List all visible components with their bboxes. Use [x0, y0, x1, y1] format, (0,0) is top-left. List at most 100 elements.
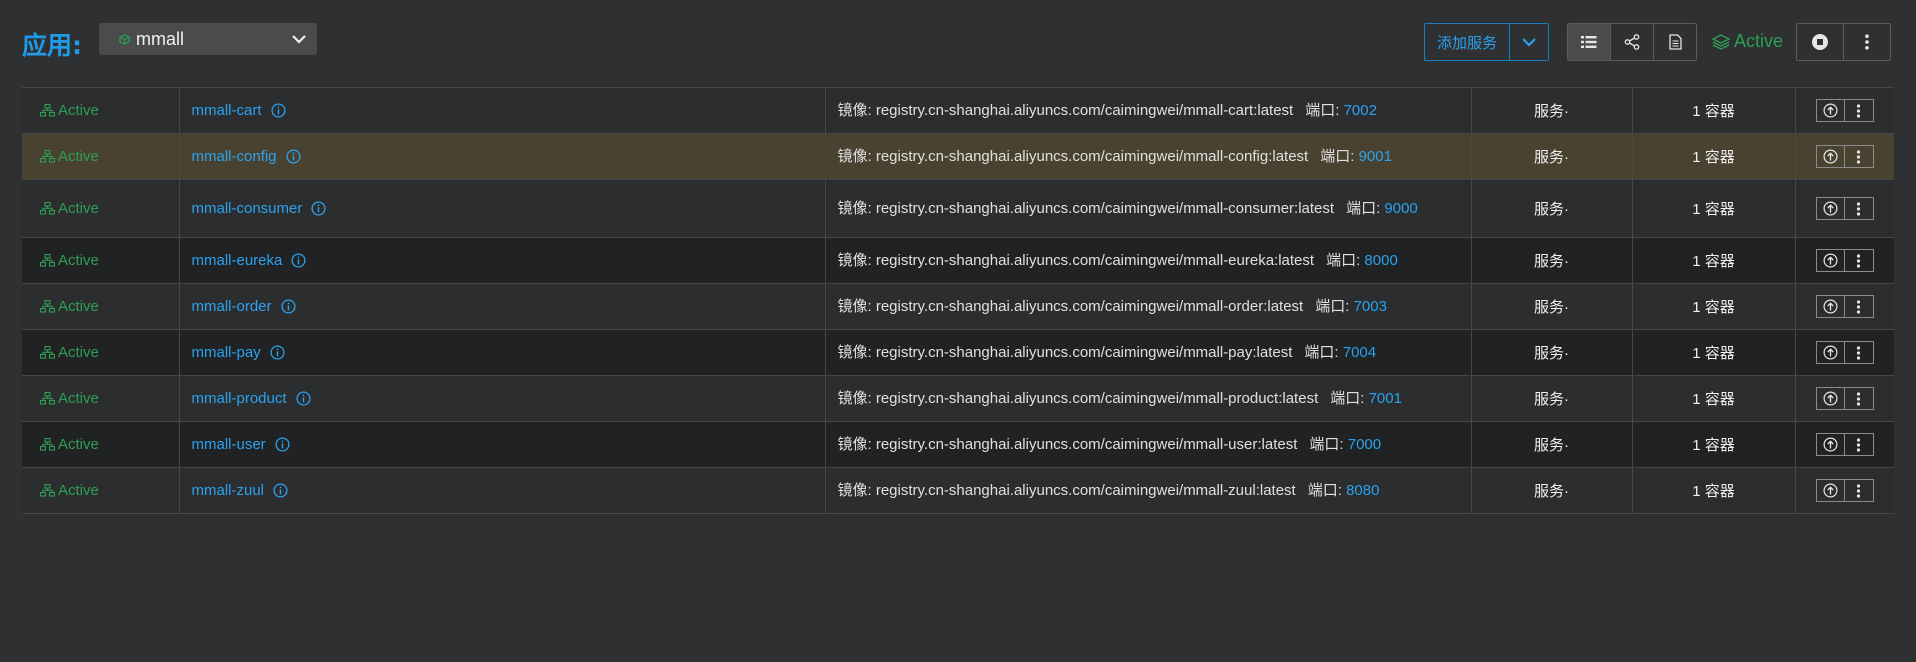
stop-circle-icon [1812, 34, 1828, 50]
container-count: 1 容器 [1692, 345, 1735, 362]
row-more-button[interactable] [1844, 387, 1874, 410]
table-row: Active mmall-consumer 镜像: registry.cn-sh… [22, 179, 1894, 238]
count-cell: 1 容器 [1632, 467, 1796, 514]
upgrade-icon [1823, 149, 1838, 164]
image-cell: 镜像: registry.cn-shanghai.aliyuncs.com/ca… [825, 329, 1472, 376]
port-link[interactable]: 7002 [1344, 102, 1377, 119]
row-more-button[interactable] [1844, 99, 1874, 122]
page-header: 应用: mmall 添加服务 Active [22, 22, 1894, 62]
port-link[interactable]: 9001 [1359, 148, 1392, 165]
service-name-link[interactable]: mmall-eureka [192, 252, 283, 269]
image-cell: 镜像: registry.cn-shanghai.aliyuncs.com/ca… [825, 237, 1472, 284]
upgrade-button[interactable] [1815, 433, 1845, 456]
port-link[interactable]: 9000 [1384, 200, 1417, 217]
upgrade-icon [1823, 253, 1838, 268]
image-cell: 镜像: registry.cn-shanghai.aliyuncs.com/ca… [825, 467, 1472, 514]
name-cell: mmall-product [179, 375, 826, 422]
state-label: Active [58, 436, 99, 453]
service-name-link[interactable]: mmall-pay [192, 344, 261, 361]
info-icon[interactable] [273, 483, 288, 498]
list-view-button[interactable] [1568, 24, 1611, 60]
table-row: Active mmall-eureka 镜像: registry.cn-shan… [22, 237, 1894, 284]
image-prefix: 镜像: [837, 298, 876, 315]
count-cell: 1 容器 [1632, 237, 1796, 284]
network-icon [40, 438, 55, 451]
row-more-button[interactable] [1844, 479, 1874, 502]
info-icon[interactable] [291, 253, 306, 268]
container-count: 1 容器 [1692, 391, 1735, 408]
upgrade-button[interactable] [1815, 99, 1845, 122]
upgrade-button[interactable] [1815, 341, 1845, 364]
app-actions-group [1796, 23, 1891, 61]
info-icon[interactable] [280, 299, 296, 314]
kebab-icon [1857, 201, 1861, 216]
upgrade-button[interactable] [1815, 197, 1845, 220]
state-label: Active [58, 344, 99, 361]
chevron-down-icon [1522, 38, 1536, 47]
actions-cell [1795, 283, 1894, 330]
image-value: registry.cn-shanghai.aliyuncs.com/caimin… [875, 102, 1294, 119]
info-icon[interactable] [295, 391, 311, 406]
info-icon[interactable] [270, 345, 285, 360]
row-more-button[interactable] [1844, 341, 1874, 364]
service-name-link[interactable]: mmall-zuul [192, 482, 265, 499]
service-type: 服务· [1534, 253, 1569, 270]
count-cell: 1 容器 [1632, 375, 1796, 422]
upgrade-button[interactable] [1815, 249, 1845, 272]
network-icon [40, 104, 55, 117]
row-more-button[interactable] [1844, 249, 1874, 272]
container-count: 1 容器 [1692, 149, 1735, 166]
app-select[interactable]: mmall [99, 23, 317, 55]
port-link[interactable]: 8000 [1364, 252, 1397, 269]
port-link[interactable]: 7003 [1354, 298, 1387, 315]
service-type: 服务· [1534, 149, 1569, 166]
row-more-button[interactable] [1844, 197, 1874, 220]
info-icon[interactable] [285, 149, 301, 164]
info-icon[interactable] [275, 437, 290, 452]
upgrade-button[interactable] [1815, 387, 1845, 410]
info-icon[interactable] [270, 103, 286, 118]
type-cell: 服务· [1471, 133, 1633, 180]
port-link[interactable]: 7004 [1343, 344, 1376, 361]
service-name-link[interactable]: mmall-order [192, 298, 272, 315]
row-more-button[interactable] [1844, 295, 1874, 318]
container-count: 1 容器 [1692, 483, 1735, 500]
info-icon[interactable] [311, 201, 326, 216]
add-service-button[interactable]: 添加服务 [1425, 24, 1509, 60]
image-value: registry.cn-shanghai.aliyuncs.com/caimin… [875, 344, 1293, 361]
state-cell: Active [22, 467, 180, 514]
port-link[interactable]: 7001 [1369, 390, 1402, 407]
state-label: Active [58, 200, 99, 217]
service-name-link[interactable]: mmall-product [192, 390, 287, 407]
table-row: Active mmall-user 镜像: registry.cn-shangh… [22, 421, 1894, 468]
container-count: 1 容器 [1692, 253, 1735, 270]
stop-app-button[interactable] [1797, 24, 1844, 60]
port-label: 端口: [1326, 252, 1365, 269]
config-view-button[interactable] [1654, 24, 1696, 60]
actions-cell [1795, 467, 1894, 514]
image-prefix: 镜像: [837, 344, 876, 361]
upgrade-button[interactable] [1815, 479, 1845, 502]
upgrade-button[interactable] [1815, 145, 1845, 168]
row-more-button[interactable] [1844, 433, 1874, 456]
service-name-link[interactable]: mmall-cart [192, 102, 262, 119]
app-more-button[interactable] [1844, 24, 1890, 60]
table-row: Active mmall-product 镜像: registry.cn-sha… [22, 375, 1894, 422]
image-prefix: 镜像: [837, 390, 876, 407]
port-link[interactable]: 8080 [1346, 482, 1379, 499]
service-name-link[interactable]: mmall-config [192, 148, 277, 165]
image-prefix: 镜像: [837, 436, 876, 453]
image-cell: 镜像: registry.cn-shanghai.aliyuncs.com/ca… [825, 421, 1472, 468]
image-value: registry.cn-shanghai.aliyuncs.com/caimin… [875, 482, 1296, 499]
image-value: registry.cn-shanghai.aliyuncs.com/caimin… [875, 200, 1335, 217]
upgrade-button[interactable] [1815, 295, 1845, 318]
service-type: 服务· [1534, 345, 1569, 362]
service-name-link[interactable]: mmall-consumer [192, 200, 303, 217]
add-service-dropdown[interactable] [1509, 24, 1548, 60]
container-count: 1 容器 [1692, 299, 1735, 316]
service-name-link[interactable]: mmall-user [192, 436, 266, 453]
graph-view-button[interactable] [1611, 24, 1654, 60]
row-more-button[interactable] [1844, 145, 1874, 168]
port-link[interactable]: 7000 [1348, 436, 1381, 453]
count-cell: 1 容器 [1632, 133, 1796, 180]
